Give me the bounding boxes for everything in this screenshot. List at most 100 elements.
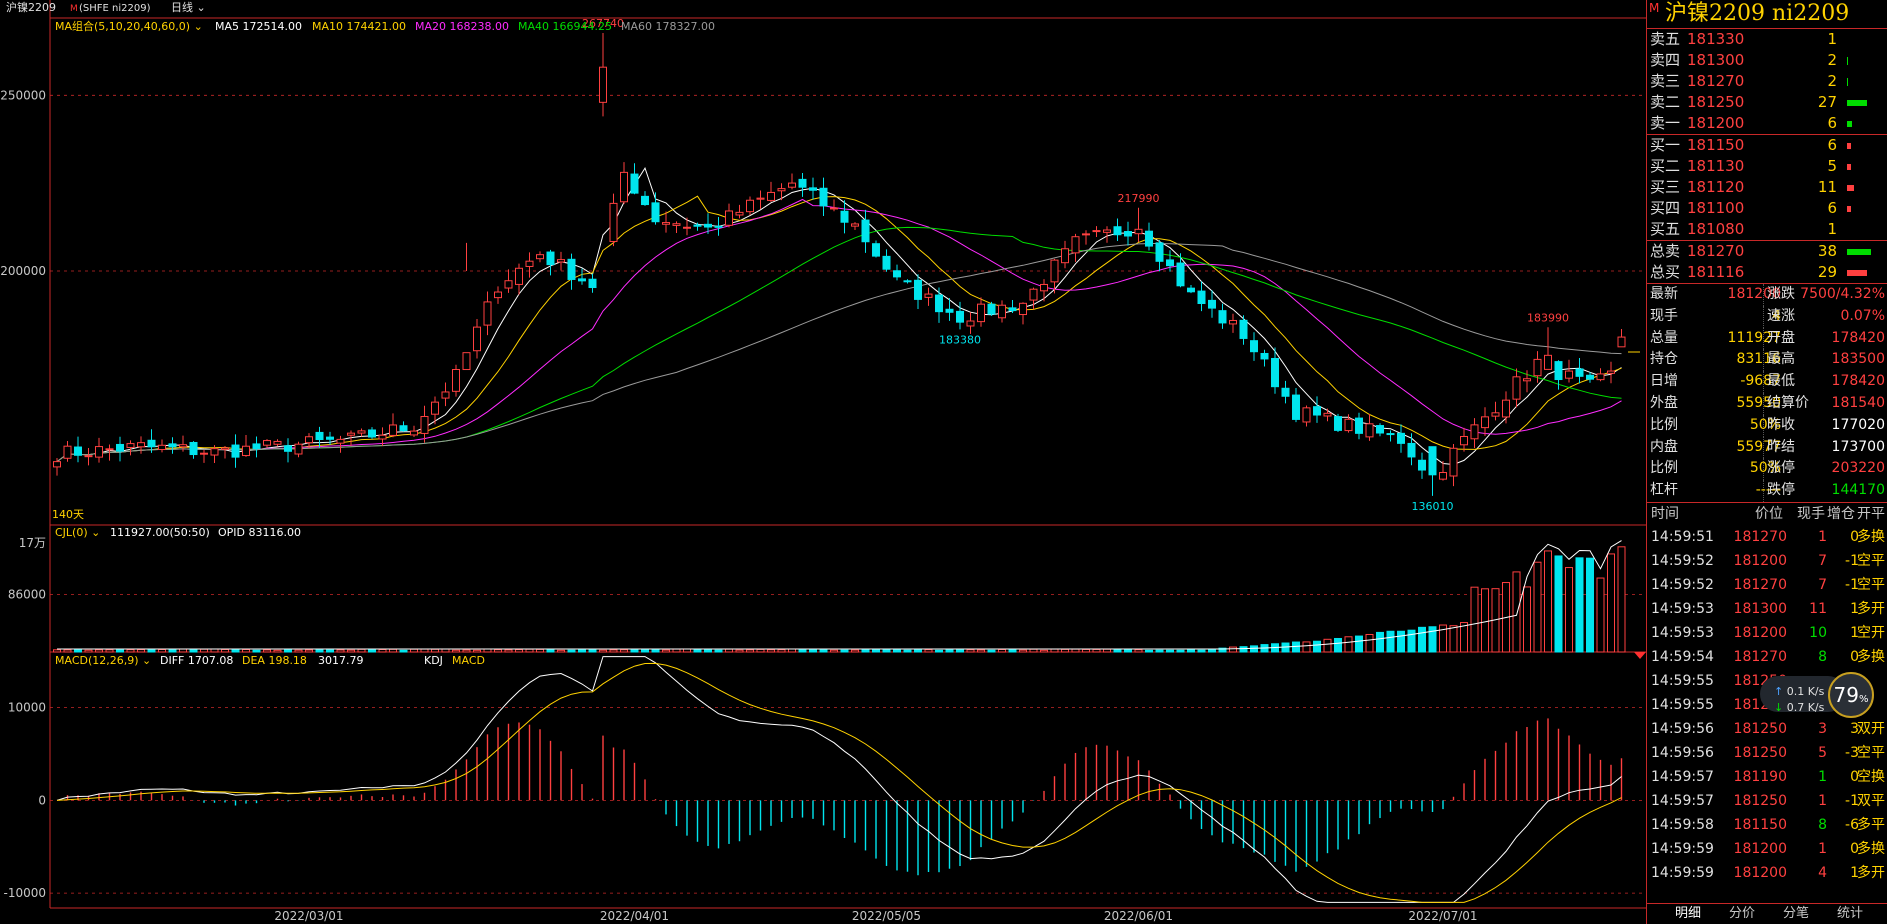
date-tick-label: 2022/04/01 bbox=[600, 909, 669, 923]
tick-price: 181250 bbox=[1733, 792, 1787, 809]
candle-body bbox=[578, 278, 586, 282]
tick-row[interactable]: 14:59:59 181200 4 1 多开 bbox=[1647, 861, 1887, 885]
tab-price[interactable]: 分价 bbox=[1717, 904, 1767, 924]
tick-row[interactable]: 14:59:57 181250 1 -1 双平 bbox=[1647, 789, 1887, 813]
candle-body bbox=[788, 182, 796, 188]
volume-bar bbox=[1481, 588, 1489, 653]
tick-type: 多换 bbox=[1857, 528, 1885, 545]
tick-type: 空换 bbox=[1857, 768, 1885, 785]
order-price: 181200 bbox=[1687, 114, 1745, 132]
stat-value: 183500 bbox=[1831, 351, 1885, 368]
candle-body bbox=[567, 258, 576, 280]
candle-body bbox=[74, 446, 82, 456]
ma20-label: MA20 168238.00 bbox=[415, 20, 509, 33]
ma10-label: MA10 174421.00 bbox=[312, 20, 406, 33]
candle-body bbox=[473, 326, 481, 352]
candle-body bbox=[1554, 361, 1563, 381]
tick-row[interactable]: 14:59:52 181270 7 -1 空平 bbox=[1647, 573, 1887, 597]
volume-bar bbox=[515, 649, 523, 653]
macd-tab-kdj: KDJ bbox=[424, 654, 443, 667]
volume-bar bbox=[1323, 638, 1332, 653]
candle-body bbox=[525, 260, 534, 267]
order-book-totals: 总卖 181270 38 总买 181116 29 bbox=[1647, 241, 1887, 284]
candle-body bbox=[63, 445, 72, 459]
network-speed-widget[interactable]: ↑ 0.1 K/s ↓ 0.7 K/s 79% bbox=[1760, 670, 1874, 720]
tick-row[interactable]: 14:59:59 181200 1 0 多换 bbox=[1647, 837, 1887, 861]
volume-bar bbox=[1544, 550, 1552, 653]
candle-body bbox=[95, 446, 103, 458]
candle-body bbox=[1113, 226, 1122, 236]
tick-time: 14:59:57 bbox=[1651, 768, 1714, 785]
candle-body bbox=[105, 448, 114, 451]
order-volume: 5 bbox=[1827, 157, 1837, 175]
volume-bar bbox=[126, 649, 135, 653]
tab-stats[interactable]: 统计 bbox=[1825, 904, 1875, 924]
volume-bar bbox=[84, 649, 93, 653]
volume-bar bbox=[1470, 586, 1479, 653]
tick-row[interactable]: 14:59:56 181250 3 3 双开 bbox=[1647, 717, 1887, 741]
candle-body bbox=[599, 66, 607, 103]
macd-tab-macd: MACD bbox=[452, 654, 485, 667]
candle-body bbox=[1470, 424, 1479, 440]
tick-price: 181300 bbox=[1733, 600, 1787, 617]
candle-body bbox=[977, 303, 985, 323]
volume-bar bbox=[672, 648, 681, 653]
stat-row: 比例 50% 涨停 203220 bbox=[1647, 458, 1887, 481]
tick-row[interactable]: 14:59:58 181150 8 -6 多平 bbox=[1647, 813, 1887, 837]
tick-row[interactable]: 14:59:56 181250 5 -3 空平 bbox=[1647, 741, 1887, 765]
volume-bar bbox=[998, 648, 1006, 653]
stat-label: 昨结 bbox=[1767, 438, 1795, 455]
volume-bar bbox=[74, 649, 82, 653]
candle-body bbox=[494, 291, 502, 299]
tick-time: 14:59:55 bbox=[1651, 696, 1714, 713]
tick-qty: 4 bbox=[1818, 864, 1827, 881]
stat-row: 内盘 55977 昨结 173700 bbox=[1647, 436, 1887, 459]
macd-tick-label: 10000 bbox=[8, 701, 46, 715]
date-tick-label: 2022/03/01 bbox=[274, 909, 343, 923]
tick-row[interactable]: 14:59:51 181270 1 0 多换 bbox=[1647, 525, 1887, 549]
tick-type: 多开 bbox=[1857, 600, 1885, 617]
chart-canvas[interactable]: 250000 200000 2022/03/01 2022/04/01 2022/05/… bbox=[0, 0, 1646, 924]
tick-row[interactable]: 14:59:53 181300 11 1 多开 bbox=[1647, 597, 1887, 621]
order-volume: 2 bbox=[1827, 72, 1837, 90]
candle-body bbox=[1565, 370, 1573, 379]
candle-body bbox=[1376, 425, 1384, 434]
candle-body bbox=[861, 219, 870, 243]
candle-body bbox=[1523, 378, 1531, 382]
tick-time: 14:59:52 bbox=[1651, 552, 1714, 569]
candle-body bbox=[1019, 302, 1027, 316]
candle-body bbox=[179, 444, 187, 448]
order-book-row: 卖二 181250 27 bbox=[1647, 92, 1887, 113]
order-volume: 38 bbox=[1817, 242, 1837, 260]
stat-label: 最低 bbox=[1767, 373, 1795, 390]
candle-body bbox=[1166, 259, 1174, 267]
candle-body bbox=[1239, 319, 1248, 339]
candle-body bbox=[1050, 259, 1059, 283]
order-volume-bar bbox=[1847, 249, 1871, 255]
tick-time: 14:59:53 bbox=[1651, 624, 1714, 641]
candle-body bbox=[557, 259, 565, 263]
volume-bar bbox=[1449, 625, 1458, 653]
tick-row[interactable]: 14:59:54 181270 8 0 多换 bbox=[1647, 645, 1887, 669]
candle-body bbox=[609, 202, 618, 242]
tick-price: 181250 bbox=[1733, 720, 1787, 737]
candle-body bbox=[1040, 283, 1048, 292]
stat-label: 最新 bbox=[1650, 286, 1678, 302]
tab-stroke[interactable]: 分笔 bbox=[1771, 904, 1821, 924]
tick-type: 多换 bbox=[1857, 840, 1885, 857]
volume-bar bbox=[326, 649, 334, 653]
candle-body bbox=[903, 280, 912, 283]
date-tick-label: 2022/05/05 bbox=[852, 909, 921, 923]
candle-body bbox=[452, 369, 460, 392]
candle-body bbox=[1575, 368, 1584, 377]
tick-row[interactable]: 14:59:57 181190 1 0 空换 bbox=[1647, 765, 1887, 789]
tab-detail[interactable]: 明细 bbox=[1663, 904, 1713, 924]
stat-label: 昨收 bbox=[1767, 416, 1795, 433]
order-book-asks: 卖五 181330 1 卖四 181300 2 卖三 181270 2 卖二 181250 27 卖一 1… bbox=[1647, 29, 1887, 135]
candle-body bbox=[1145, 230, 1153, 247]
tick-row[interactable]: 14:59:53 181200 10 1 空开 bbox=[1647, 621, 1887, 645]
order-volume-bar bbox=[1847, 78, 1848, 86]
tick-row[interactable]: 14:59:52 181200 7 -1 空平 bbox=[1647, 549, 1887, 573]
stat-value: 177020 bbox=[1831, 416, 1885, 433]
right-panel: M 沪镍2209 ni2209 卖五 181330 1 卖四 181300 2 卖三 1812… bbox=[1646, 0, 1887, 924]
